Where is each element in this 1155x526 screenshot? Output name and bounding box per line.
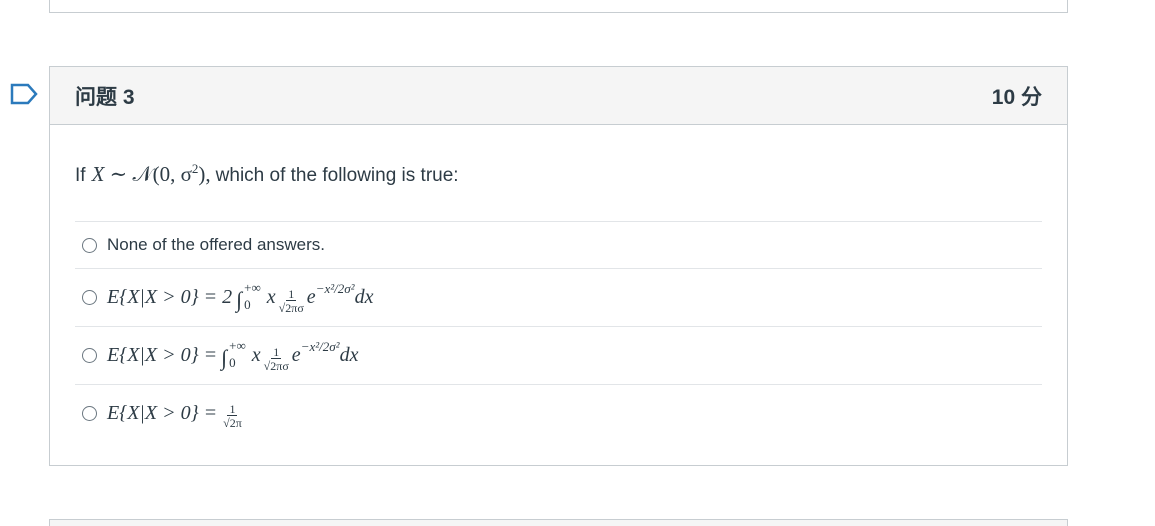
fraction-denominator: √2πσ <box>263 358 289 373</box>
answer-math: E{X|X > 0} = 1 √2π <box>107 400 245 430</box>
next-question-card <box>49 519 1068 526</box>
question-math-rest: ∼ 𝒩(0, σ <box>109 162 192 186</box>
answer-list: None of the offered answers. E{X|X > 0} … <box>75 221 1042 441</box>
integral-lower: 0 <box>229 354 236 370</box>
previous-question-card <box>49 0 1068 13</box>
integral-limits: +∞ 0 <box>244 281 261 311</box>
integrand-x: x <box>266 286 276 308</box>
integral-limits: +∞ 0 <box>229 339 246 369</box>
answer-label: None of the offered answers. <box>107 235 325 254</box>
answer-option-2[interactable]: E{X|X > 0} = 2 ∫ +∞ 0 x 1 √2πσ e −x²/2σ² <box>75 269 1042 327</box>
fraction-numerator: 1 <box>271 344 282 359</box>
radio-unselected-icon[interactable] <box>82 290 97 305</box>
answer-lhs: E{X|X > 0} = <box>107 401 218 424</box>
radio-unselected-icon[interactable] <box>82 405 97 421</box>
quiz-page: 问题 3 10 分 If X ∼ 𝒩(0, σ2), which of the … <box>0 0 1155 526</box>
exponent: −x²/2σ² <box>300 338 340 354</box>
integrand-x: x <box>251 344 261 366</box>
exp-base: e <box>291 344 301 366</box>
answer-math: E{X|X > 0} = 2 ∫ +∞ 0 x 1 √2πσ e −x²/2σ² <box>107 280 374 314</box>
question-body: If X ∼ 𝒩(0, σ2), which of the following … <box>50 161 1067 441</box>
answer-lhs: E{X|X > 0} = 2 <box>107 286 233 308</box>
answer-option-1[interactable]: None of the offered answers. <box>75 222 1042 269</box>
integral-sign: ∫ <box>221 344 228 370</box>
question-points: 10 分 <box>991 85 1042 109</box>
question-text-suffix: which of the following is true: <box>215 165 459 186</box>
answer-lhs: E{X|X > 0} = <box>107 344 218 366</box>
question-card: 问题 3 10 分 If X ∼ 𝒩(0, σ2), which of the … <box>49 66 1068 466</box>
answer-math: E{X|X > 0} = ∫ +∞ 0 x 1 √2πσ e −x²/2σ² d… <box>107 338 359 372</box>
answer-option-3[interactable]: E{X|X > 0} = ∫ +∞ 0 x 1 √2πσ e −x²/2σ² d… <box>75 327 1042 385</box>
fraction-numerator: 1 <box>227 402 238 416</box>
fraction: 1 √2πσ <box>264 346 289 372</box>
integral-sign: ∫ <box>236 286 243 312</box>
radio-unselected-icon[interactable] <box>82 348 97 363</box>
fraction: 1 √2π <box>223 403 242 429</box>
question-math-var: X <box>91 162 105 186</box>
answer-option-4[interactable]: E{X|X > 0} = 1 √2π <box>75 385 1042 441</box>
flag-question-icon[interactable] <box>10 83 38 105</box>
exp-base: e <box>306 286 316 308</box>
radio-unselected-icon[interactable] <box>82 237 97 253</box>
integral-upper: +∞ <box>229 337 246 353</box>
question-math: X ∼ 𝒩(0, σ2), <box>92 161 211 187</box>
question-title: 问题 3 <box>75 85 135 109</box>
integral-upper: +∞ <box>244 279 261 295</box>
question-header: 问题 3 10 分 <box>50 67 1067 125</box>
exponent: −x²/2σ² <box>315 280 355 296</box>
question-text: If X ∼ 𝒩(0, σ2), which of the following … <box>75 161 1042 205</box>
question-math-close: ), <box>198 162 211 186</box>
fraction-numerator: 1 <box>286 286 297 301</box>
differential: dx <box>339 344 359 366</box>
question-text-prefix: If <box>75 165 86 186</box>
fraction: 1 √2πσ <box>279 288 304 314</box>
fraction-denominator: √2πσ <box>278 300 304 315</box>
differential: dx <box>354 286 374 308</box>
fraction-denominator: √2π <box>223 416 242 430</box>
integral-lower: 0 <box>244 296 251 312</box>
